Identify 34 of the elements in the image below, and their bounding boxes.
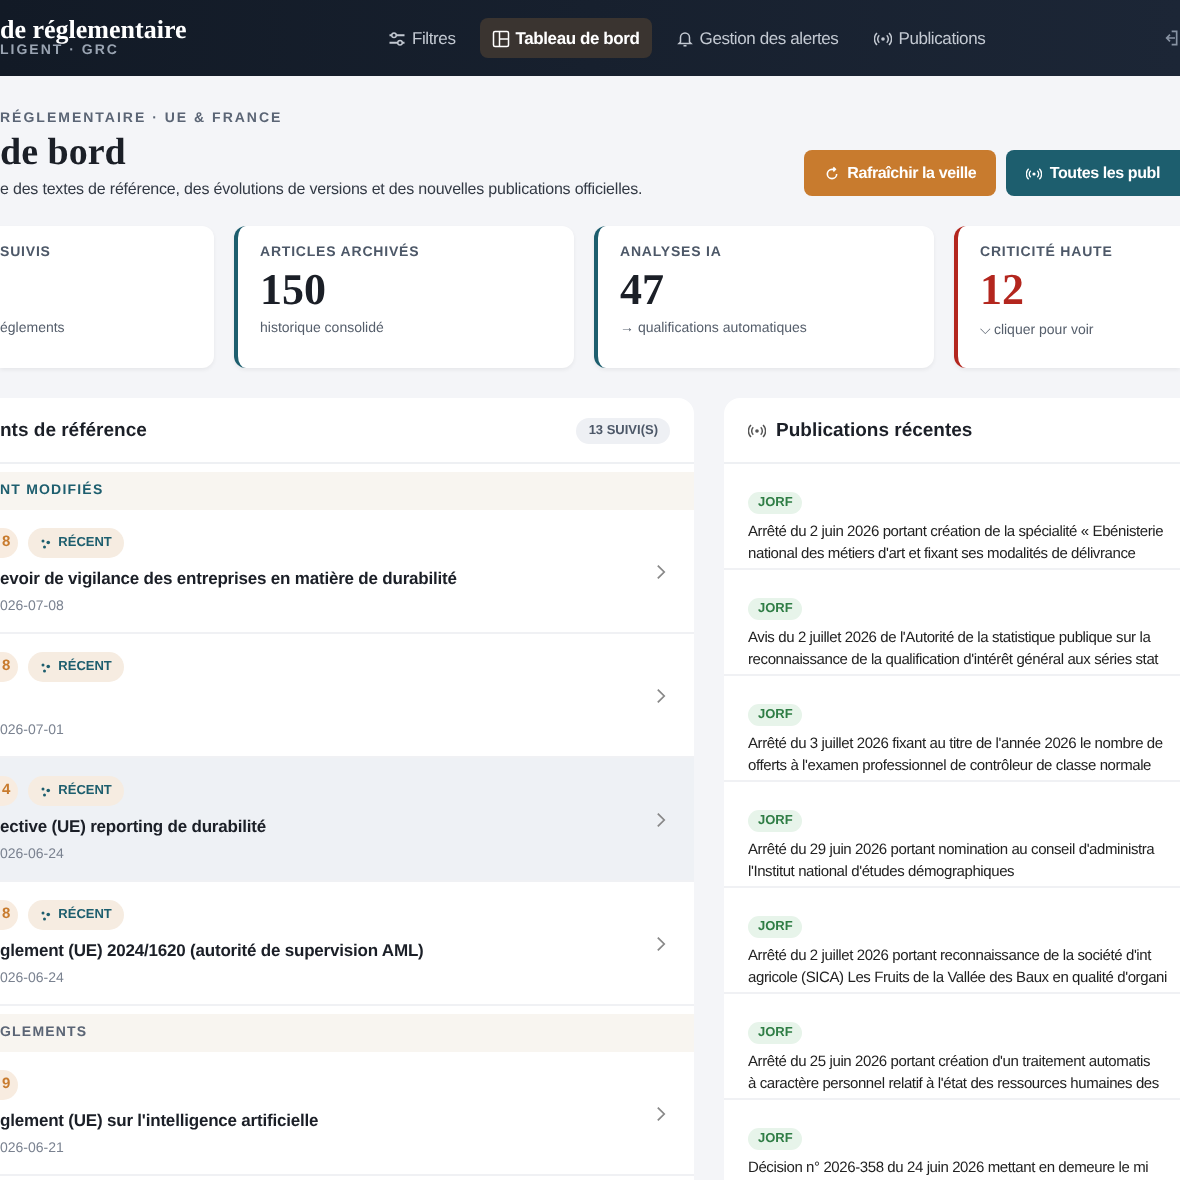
reference-title: glement (UE) sur l'intelligence artificielle (0, 1110, 321, 1132)
stat-value: 12 (980, 264, 1026, 316)
panel-title: Publications récentes (776, 419, 975, 441)
chevron-right-icon (656, 687, 666, 703)
page-subtitle: e des textes de référence, des évolutions de versions et des nouvelles publications officielles. (0, 180, 643, 198)
stat-value: 150 (260, 264, 328, 316)
chevron-right-icon (656, 811, 666, 827)
sparkle-icon (40, 537, 53, 549)
reference-title: evoir de vigilance des entreprises en matière de durabilité (0, 568, 459, 590)
nav-tab[interactable]: Gestion des alertes (663, 18, 851, 58)
nav-tab[interactable]: Filtres (376, 18, 468, 58)
broadcast-icon (874, 29, 893, 47)
brand-title: de réglementaire (0, 16, 189, 44)
layout-icon (491, 29, 510, 47)
publications-button[interactable]: Toutes les publ (1005, 150, 1180, 196)
broadcast-icon (1025, 165, 1042, 181)
chevron-right-icon (656, 1105, 666, 1121)
stat-value: 47 (620, 264, 666, 316)
chevron-right-icon (656, 563, 666, 579)
refresh-icon (823, 165, 840, 181)
nav-tab[interactable]: Tableau de bord (479, 18, 652, 58)
chevron-right-icon (656, 935, 666, 951)
logout-icon[interactable] (1160, 28, 1180, 48)
broadcast-icon (748, 421, 766, 439)
nav-tab[interactable]: Publications (862, 18, 998, 58)
panel-title: nts de référence (0, 419, 149, 441)
reference-title: glement (UE) 2024/1620 (autorité de supervision AML) (0, 940, 426, 962)
reference-title: ective (UE) reporting de durabilité (0, 816, 268, 838)
sparkle-icon (40, 785, 53, 797)
bell-icon (675, 29, 694, 47)
sliders-icon (388, 29, 406, 47)
sparkle-icon (40, 661, 53, 673)
page-title: de bord (0, 132, 128, 176)
sparkle-icon (40, 909, 53, 921)
